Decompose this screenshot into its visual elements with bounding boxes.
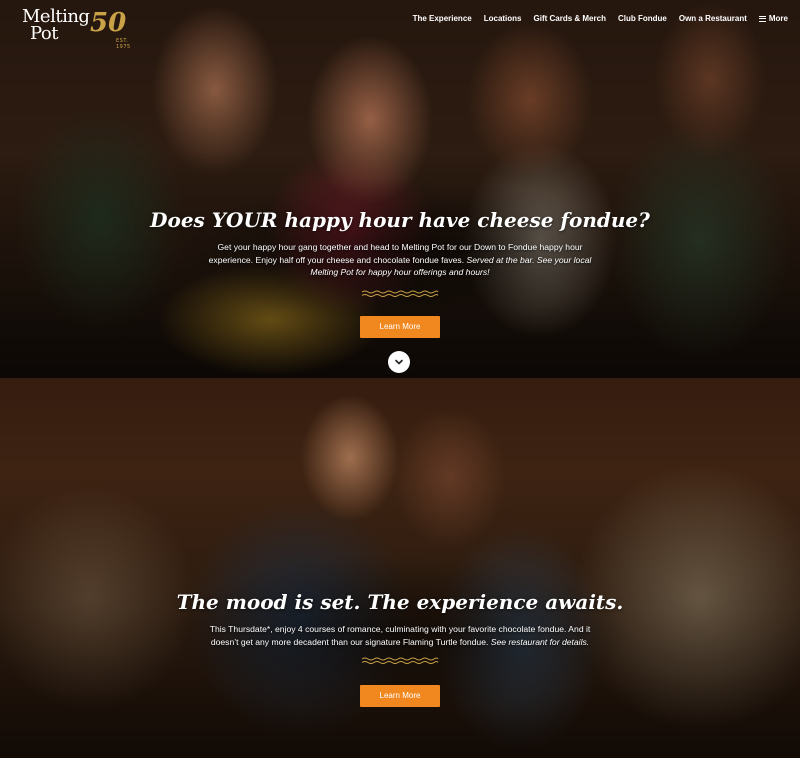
- nav-item-club-fondue[interactable]: Club Fondue: [618, 14, 667, 23]
- chevron-down-icon: [395, 359, 403, 365]
- nav-links: The Experience Locations Gift Cards & Me…: [413, 14, 788, 23]
- hero-happy-hour-title: Does YOUR happy hour have cheese fondue?: [150, 208, 650, 232]
- hero-happy-hour-content: Does YOUR happy hour have cheese fondue?…: [0, 208, 800, 338]
- nav-item-gift-cards-merch[interactable]: Gift Cards & Merch: [534, 14, 606, 23]
- nav-item-locations[interactable]: Locations: [484, 14, 522, 23]
- hero-happy-hour-body: Get your happy hour gang together and he…: [200, 241, 600, 279]
- logo-est-text: EST. 1975: [116, 38, 131, 50]
- hero-happy-hour: Does YOUR happy hour have cheese fondue?…: [0, 0, 800, 378]
- scroll-down-button[interactable]: [388, 351, 410, 373]
- squiggle-divider-icon: [361, 290, 439, 297]
- logo-line-2: Pot: [30, 23, 58, 44]
- anniversary-50-mark: 50: [90, 8, 127, 38]
- hero-thursdate-title: The mood is set. The experience awaits.: [176, 590, 624, 614]
- top-navigation: Melting Pot 50 EST. 1975 The Experience …: [0, 0, 800, 51]
- nav-item-the-experience[interactable]: The Experience: [413, 14, 472, 23]
- logo-wordmark: Melting Pot: [22, 8, 90, 44]
- hero-thursdate-content: The mood is set. The experience awaits. …: [0, 590, 800, 707]
- hero-happy-hour-learn-more-button[interactable]: Learn More: [360, 315, 440, 338]
- hero-thursdate: The mood is set. The experience awaits. …: [0, 378, 800, 758]
- nav-item-own-a-restaurant[interactable]: Own a Restaurant: [679, 14, 747, 23]
- melting-pot-logo[interactable]: Melting Pot 50 EST. 1975: [22, 8, 134, 51]
- hamburger-menu-icon: [758, 15, 766, 22]
- nav-more-label: More: [768, 14, 788, 23]
- hero-thursdate-body: This Thursdate*, enjoy 4 courses of roma…: [200, 623, 600, 648]
- squiggle-divider-icon: [361, 657, 439, 664]
- nav-more-button[interactable]: More: [758, 14, 788, 23]
- hero-thursdate-learn-more-button[interactable]: Learn More: [360, 685, 440, 707]
- hero-thursdate-body-italic: See restaurant for details.: [490, 636, 590, 647]
